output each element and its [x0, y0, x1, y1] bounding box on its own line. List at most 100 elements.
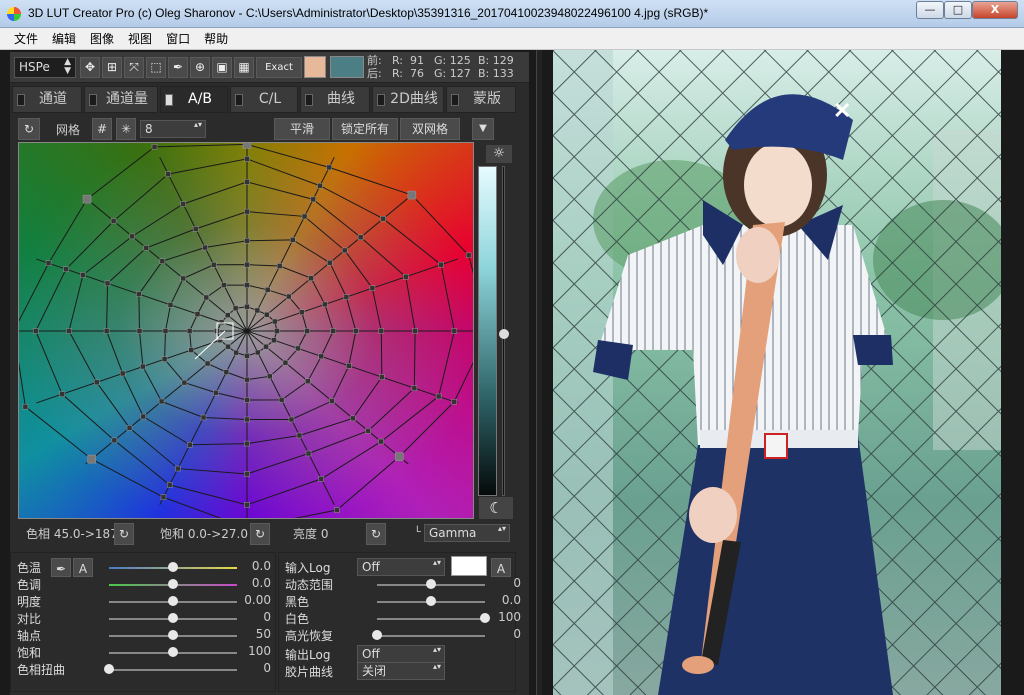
- grid-node[interactable]: [411, 385, 418, 391]
- grid-node[interactable]: [254, 307, 261, 314]
- grid-node[interactable]: [104, 280, 111, 287]
- grid-node[interactable]: [232, 305, 239, 312]
- grid-node[interactable]: [194, 311, 201, 317]
- color-slider-knob[interactable]: [168, 647, 178, 657]
- grid-node[interactable]: [223, 369, 230, 375]
- grid-node[interactable]: [181, 379, 188, 386]
- auto-a-button[interactable]: A: [73, 558, 93, 577]
- menu-image[interactable]: 图像: [83, 28, 121, 50]
- grid-node[interactable]: [200, 414, 207, 421]
- grid-node[interactable]: [255, 349, 261, 356]
- grid-node[interactable]: [438, 261, 444, 268]
- eyedropper-icon[interactable]: ✒: [168, 57, 188, 78]
- grid-node[interactable]: [451, 328, 458, 334]
- film-curve-select[interactable]: 关闭: [357, 662, 445, 680]
- hue-reset-icon[interactable]: ↻: [114, 523, 134, 545]
- color-slider-track[interactable]: [109, 669, 237, 671]
- grid-node[interactable]: [143, 245, 150, 251]
- grid-node[interactable]: [159, 258, 166, 264]
- grid-node[interactable]: [244, 471, 250, 477]
- zoom-icon[interactable]: ⊕: [190, 57, 210, 78]
- color-slider-knob[interactable]: [104, 664, 114, 674]
- grid-node[interactable]: [59, 391, 65, 397]
- grid-node[interactable]: [221, 282, 227, 288]
- grid-node[interactable]: [210, 261, 217, 268]
- grid-node[interactable]: [274, 328, 280, 334]
- grid-node[interactable]: [290, 237, 296, 243]
- grid-node[interactable]: [136, 291, 142, 297]
- grid-node[interactable]: [188, 347, 195, 353]
- grid-node[interactable]: [175, 465, 181, 472]
- menu-file[interactable]: 文件: [7, 28, 45, 50]
- grid-node[interactable]: [357, 234, 364, 241]
- spiderweb-grid[interactable]: [19, 143, 474, 519]
- tab-ab[interactable]: A/B: [160, 86, 228, 113]
- grid-node[interactable]: [305, 450, 312, 457]
- grid-node[interactable]: [317, 182, 323, 189]
- log-slider-knob[interactable]: [426, 596, 436, 606]
- grid-node[interactable]: [346, 363, 352, 369]
- grid-node[interactable]: [87, 454, 96, 464]
- dual-grid-button[interactable]: 双网格: [400, 118, 460, 140]
- grid-node[interactable]: [218, 319, 225, 326]
- grid-node[interactable]: [299, 309, 305, 316]
- grid-node[interactable]: [244, 303, 250, 310]
- grid-node[interactable]: [165, 171, 171, 177]
- grid-node[interactable]: [213, 389, 219, 396]
- grid-node[interactable]: [286, 293, 292, 300]
- grid-node[interactable]: [308, 275, 314, 281]
- tab-curves[interactable]: 曲线: [300, 86, 370, 113]
- grid-node[interactable]: [329, 398, 335, 404]
- grid-node[interactable]: [412, 328, 418, 334]
- image-preview[interactable]: ✕: [553, 50, 1001, 695]
- grid-node[interactable]: [272, 318, 278, 325]
- tab-channels[interactable]: 通道: [12, 86, 82, 113]
- menu-edit[interactable]: 编辑: [45, 28, 83, 50]
- log-slider-track[interactable]: [377, 618, 485, 620]
- grid-node[interactable]: [465, 252, 472, 259]
- grid-node[interactable]: [162, 328, 169, 334]
- grid-node[interactable]: [192, 226, 199, 232]
- maximize-button[interactable]: □: [944, 1, 972, 19]
- grid-node[interactable]: [244, 156, 250, 162]
- grid-node[interactable]: [203, 294, 210, 301]
- grid-node[interactable]: [103, 328, 110, 334]
- grid-node[interactable]: [276, 263, 283, 269]
- log-slider-track[interactable]: [377, 635, 485, 637]
- grid-node[interactable]: [244, 502, 250, 508]
- eyedropper-icon[interactable]: ✒: [51, 558, 71, 577]
- auto-white-button[interactable]: A: [491, 558, 511, 577]
- grid-node[interactable]: [353, 328, 359, 334]
- grid-node[interactable]: [180, 201, 186, 207]
- grid-node[interactable]: [380, 215, 386, 222]
- grid-node[interactable]: [369, 285, 376, 291]
- grid-node[interactable]: [343, 294, 350, 300]
- grid-node[interactable]: [304, 328, 310, 334]
- input-log-select[interactable]: Off: [357, 558, 445, 576]
- grid-view-icon[interactable]: ▦: [234, 57, 254, 78]
- grid-node[interactable]: [45, 260, 52, 266]
- grid-node[interactable]: [93, 379, 100, 386]
- grid-node[interactable]: [403, 274, 409, 280]
- bright-reset-icon[interactable]: ↻: [366, 523, 386, 545]
- grid-node[interactable]: [225, 312, 231, 318]
- grid-node[interactable]: [111, 437, 118, 444]
- grid-node[interactable]: [63, 266, 69, 272]
- grid-node[interactable]: [330, 328, 336, 334]
- grid-node[interactable]: [242, 143, 252, 149]
- dropdown-arrow-icon[interactable]: ▼: [472, 118, 494, 140]
- log-slider-knob[interactable]: [372, 630, 382, 640]
- color-slider-knob[interactable]: [168, 579, 178, 589]
- color-slider-knob[interactable]: [168, 596, 178, 606]
- radial-grid-icon[interactable]: ✳: [116, 118, 136, 140]
- grid-node[interactable]: [282, 359, 289, 366]
- grid-node[interactable]: [244, 261, 250, 268]
- sat-reset-icon[interactable]: ↻: [250, 523, 270, 545]
- grid-node[interactable]: [244, 376, 250, 383]
- grid-node[interactable]: [318, 476, 325, 482]
- color-slider-knob[interactable]: [168, 613, 178, 623]
- grid-node[interactable]: [435, 393, 442, 400]
- smooth-button[interactable]: 平滑: [274, 118, 330, 140]
- moon-icon[interactable]: ☾: [479, 497, 513, 519]
- grid-node[interactable]: [244, 179, 250, 185]
